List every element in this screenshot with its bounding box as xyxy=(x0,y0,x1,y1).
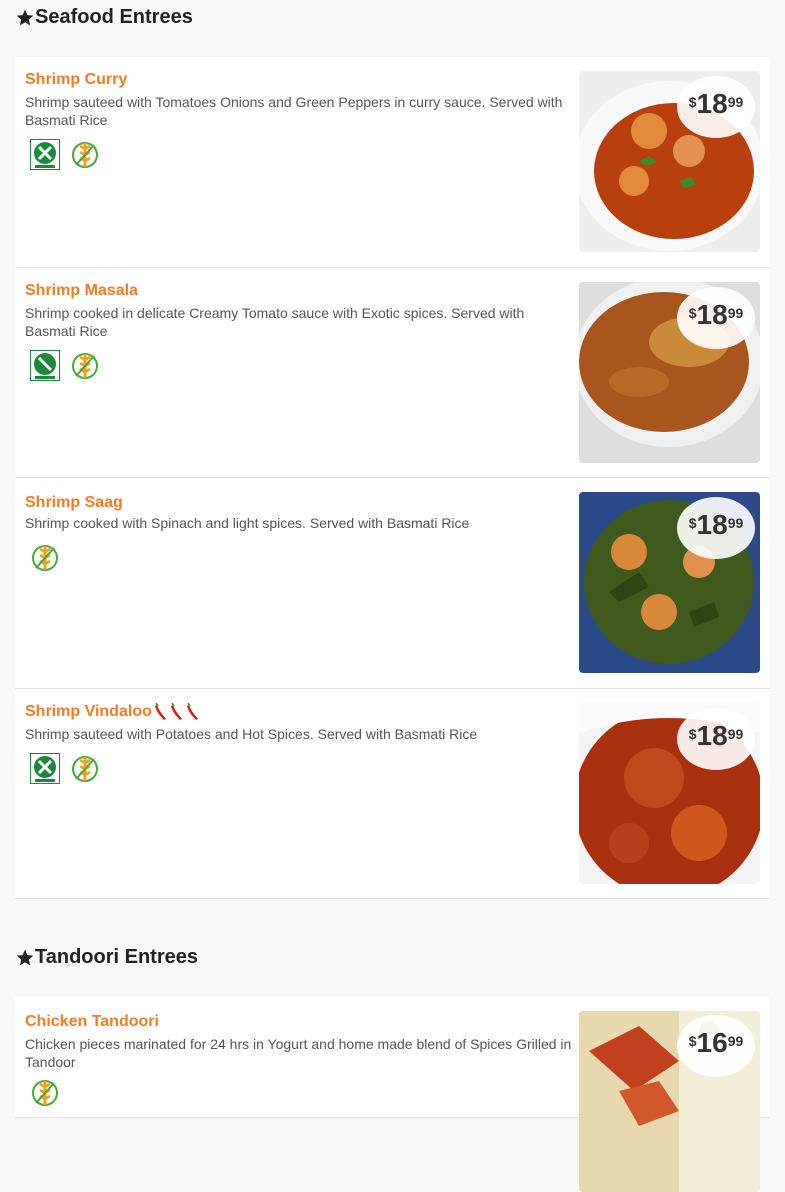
star-icon xyxy=(16,949,34,965)
menu-item-chicken-tandoori[interactable]: Chicken Tandoori Chicken pieces marinate… xyxy=(15,997,770,1192)
dairy-free-icon xyxy=(30,753,60,784)
chili-pepper-icon xyxy=(186,703,198,720)
menu-item-shrimp-saag[interactable]: Shrimp Saag Shrimp cooked with Spinach a… xyxy=(15,478,770,689)
item-description: Chicken pieces marinated for 24 hrs in Y… xyxy=(25,1036,572,1070)
dairy-free-icon xyxy=(30,139,60,170)
price-badge: $18 99 xyxy=(677,76,755,138)
section-header-seafood: Seafood Entrees xyxy=(15,6,193,29)
gluten-free-icon xyxy=(72,142,98,168)
dairy-icon xyxy=(30,350,60,381)
price-badge: $18 99 xyxy=(677,287,755,349)
item-name[interactable]: Shrimp Masala xyxy=(25,282,138,300)
badge-row xyxy=(30,542,60,574)
star-icon xyxy=(16,9,34,25)
section-header-tandoori: Tandoori Entrees xyxy=(15,946,198,969)
menu-item-shrimp-masala[interactable]: Shrimp Masala Shrimp cooked in delicate … xyxy=(15,268,770,478)
gluten-free-icon xyxy=(72,756,98,782)
menu-item-shrimp-curry[interactable]: Shrimp Curry Shrimp sauteed with Tomatoe… xyxy=(15,57,770,268)
badge-row xyxy=(30,1077,60,1109)
chili-pepper-icon xyxy=(154,703,166,720)
menu-item-shrimp-vindaloo[interactable]: Shrimp Vindaloo Shrimp sauteed with Pota… xyxy=(15,689,770,899)
item-name[interactable]: Chicken Tandoori xyxy=(25,1013,159,1031)
price-badge: $16 99 xyxy=(677,1015,755,1077)
section-title: Tandoori Entrees xyxy=(35,946,198,968)
item-description: Shrimp sauteed with Potatoes and Hot Spi… xyxy=(25,726,478,742)
item-name[interactable]: Shrimp Saag xyxy=(25,494,123,512)
item-description: Shrimp cooked in delicate Creamy Tomato … xyxy=(25,305,525,339)
price-badge: $18 99 xyxy=(677,708,755,770)
badge-row xyxy=(30,753,100,785)
badge-row xyxy=(30,350,100,382)
chili-pepper-icon xyxy=(170,703,182,720)
item-description: Shrimp sauteed with Tomatoes Onions and … xyxy=(25,94,563,128)
gluten-free-icon xyxy=(32,545,58,571)
price-badge: $18 99 xyxy=(677,497,755,559)
gluten-free-icon xyxy=(32,1080,58,1106)
gluten-free-icon xyxy=(72,353,98,379)
item-description: Shrimp cooked with Spinach and light spi… xyxy=(25,515,470,531)
item-name[interactable]: Shrimp Curry xyxy=(25,71,127,89)
item-name[interactable]: Shrimp Vindaloo xyxy=(25,703,200,721)
badge-row xyxy=(30,139,100,171)
section-title: Seafood Entrees xyxy=(35,6,193,28)
